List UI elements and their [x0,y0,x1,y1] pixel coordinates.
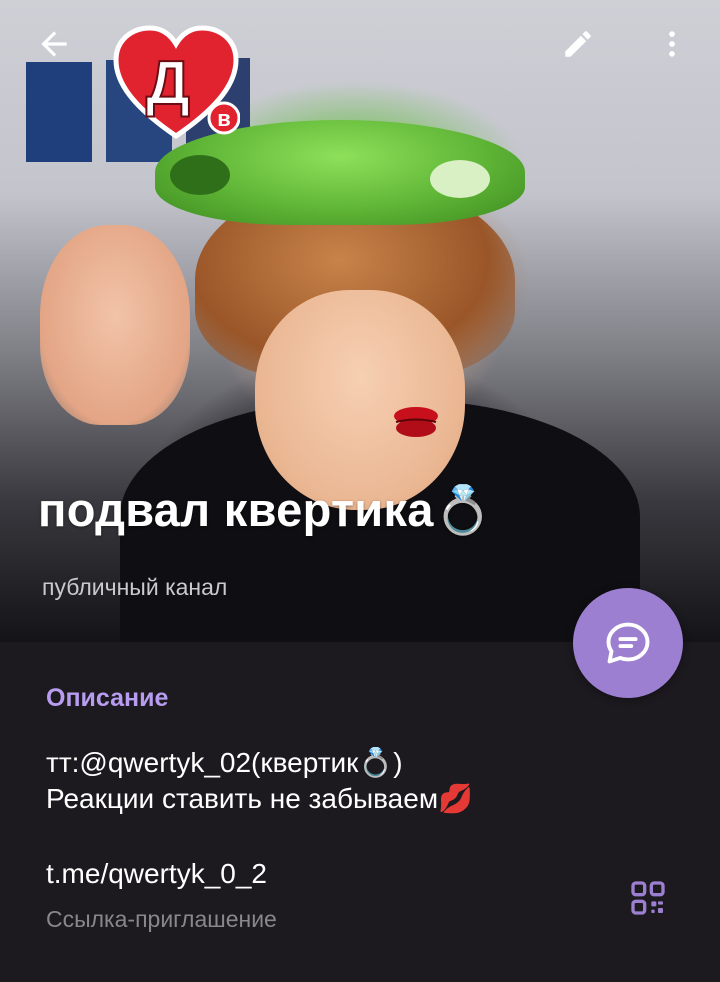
svg-text:в: в [217,106,231,131]
invite-link[interactable]: t.me/qwertyk_0_2 [46,858,267,890]
back-button[interactable] [28,18,80,70]
heart-sticker-icon: Д в [113,25,240,140]
more-vertical-icon [669,31,675,57]
photo-hand [40,225,190,425]
photo-frog-eye [170,155,230,195]
chat-bubble-icon [606,622,650,664]
channel-title: подвал квертика💍 [38,483,493,536]
description-label: Описание [46,684,169,712]
svg-text:Д: Д [146,49,190,118]
more-options-button[interactable] [646,18,698,70]
description-line: Реакции ставить не забываем💋 [46,783,473,814]
edit-button[interactable] [552,18,604,70]
qr-code-icon [631,881,665,915]
invite-link-label: Ссылка-приглашение [46,906,277,932]
kiss-mark-icon [394,407,438,437]
description-line[interactable]: тт:@qwertyk_02(квертик💍) [46,745,586,781]
pencil-icon [565,31,591,57]
photo-face [255,290,465,510]
photo-frog-eye [430,160,490,198]
channel-description[interactable]: тт:@qwertyk_02(квертик💍) Реакции ставить… [46,745,586,817]
profile-header-photo: Д в подвал квертика💍 публичный канал [0,0,720,642]
qr-code-button[interactable] [622,872,674,924]
wall-poster [26,62,92,162]
channel-type-label: публичный канал [42,574,228,600]
discussion-button[interactable] [573,588,683,698]
arrow-left-icon [41,31,67,57]
